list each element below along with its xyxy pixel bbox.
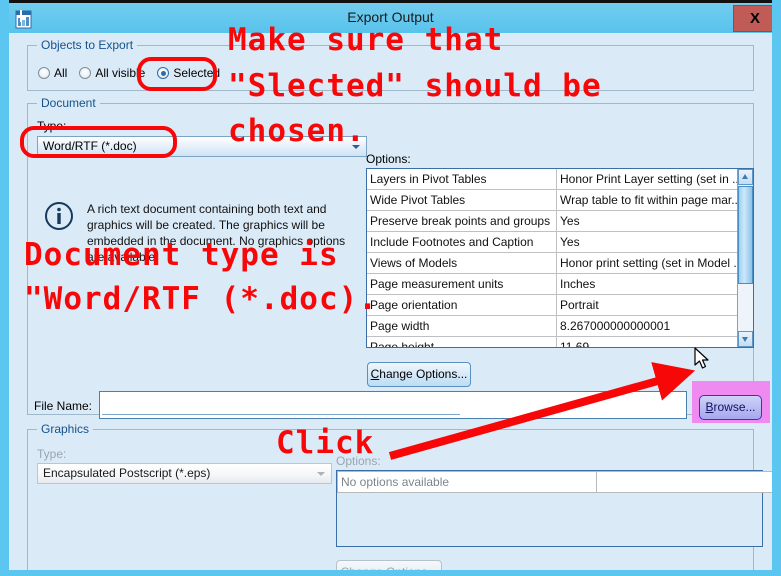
- export-output-dialog: Export Output X Objects to Export All Al…: [0, 0, 781, 576]
- window-title: Export Output: [347, 9, 434, 25]
- document-options-table: Layers in Pivot Tables Honor Print Layer …: [367, 169, 749, 347]
- radio-all-label: All: [54, 66, 68, 80]
- table-row[interactable]: Page measurement units Inches: [367, 273, 749, 295]
- graphics-type-combo: Encapsulated Postscript (*.eps): [37, 463, 332, 484]
- scrollbar-thumb[interactable]: [738, 186, 753, 284]
- graphics-options-label: Options:: [336, 454, 381, 468]
- document-type-combo[interactable]: Word/RTF (*.doc): [37, 136, 367, 157]
- dialog-body: Objects to Export All All visible Select…: [9, 33, 772, 570]
- table-row[interactable]: Page width 8.267000000000001: [367, 315, 749, 337]
- document-browse-button[interactable]: Browse...: [699, 395, 762, 420]
- document-options-label: Options:: [366, 152, 411, 166]
- graphics-options-table: No options available: [337, 471, 772, 493]
- option-value-cell: 8.267000000000001: [556, 315, 749, 337]
- option-value-cell: Inches: [556, 273, 749, 295]
- radio-selected-label: Selected: [173, 66, 221, 80]
- graphics-type-label: Type:: [37, 447, 67, 461]
- scroll-down-icon[interactable]: [738, 331, 753, 347]
- table-row[interactable]: Page orientation Portrait: [367, 294, 749, 316]
- radio-all-visible-label: All visible: [95, 66, 146, 80]
- table-row[interactable]: Wide Pivot Tables Wrap table to fit withi…: [367, 189, 749, 211]
- table-row: No options available: [337, 471, 772, 493]
- title-bar: Export Output X: [9, 0, 772, 33]
- chevron-down-icon: [349, 139, 364, 154]
- table-row[interactable]: Preserve break points and groups Yes: [367, 210, 749, 232]
- option-name-cell: Page width: [367, 315, 557, 337]
- document-type-value: Word/RTF (*.doc): [43, 139, 137, 153]
- option-value-cell: Wrap table to fit within page mar...: [556, 189, 749, 211]
- option-name-cell: Wide Pivot Tables: [367, 189, 557, 211]
- option-name-cell: Layers in Pivot Tables: [367, 169, 557, 190]
- table-row[interactable]: Views of Models Honor print setting (set …: [367, 252, 749, 274]
- option-value-cell: Honor Print Layer setting (set in ...: [556, 169, 749, 190]
- document-browse-label: rowse...: [713, 400, 756, 414]
- objects-to-export-group: Objects to Export All All visible Select…: [27, 38, 754, 91]
- info-circle-icon: [44, 201, 74, 231]
- graphics-option-name-cell: No options available: [337, 471, 597, 493]
- radio-selected[interactable]: Selected: [157, 66, 220, 80]
- option-name-cell: Page measurement units: [367, 273, 557, 295]
- option-value-cell: Portrait: [556, 294, 749, 316]
- document-change-options-label: hange Options...: [379, 367, 468, 381]
- document-group-title: Document: [37, 96, 100, 110]
- document-type-label: Type:: [37, 119, 67, 133]
- close-icon[interactable]: X: [733, 5, 772, 32]
- radio-all-indicator: [38, 67, 50, 79]
- option-name-cell: Page orientation: [367, 294, 557, 316]
- graphics-option-value-cell: [596, 471, 772, 493]
- graphics-change-options-button: Change Options...: [336, 560, 442, 576]
- graphics-type-value: Encapsulated Postscript (*.eps): [43, 466, 211, 480]
- chevron-down-icon: [314, 466, 329, 481]
- document-change-options-button[interactable]: Change Options...: [367, 362, 471, 387]
- graphics-group-title: Graphics: [37, 422, 94, 436]
- option-name-cell: Include Footnotes and Caption: [367, 231, 557, 253]
- scroll-up-icon[interactable]: [738, 169, 753, 185]
- option-name-cell: Page height: [367, 336, 557, 347]
- radio-all-visible[interactable]: All visible: [79, 66, 145, 80]
- file-name-label: File Name:: [34, 399, 93, 413]
- option-value-cell: Yes: [556, 231, 749, 253]
- graphics-options-table-container: No options available: [336, 470, 772, 547]
- document-options-table-container: Layers in Pivot Tables Honor Print Layer …: [366, 168, 754, 348]
- option-value-cell: 11.69: [556, 336, 749, 347]
- radio-all-visible-indicator: [79, 67, 92, 79]
- radio-all[interactable]: All: [38, 66, 67, 80]
- document-type-description: A rich text document containing both tex…: [87, 202, 346, 264]
- table-row[interactable]: Page height 11.69: [367, 336, 749, 347]
- table-row[interactable]: Layers in Pivot Tables Honor Print Layer …: [367, 169, 749, 190]
- option-name-cell: Views of Models: [367, 252, 557, 274]
- radio-selected-indicator: [157, 67, 170, 79]
- file-name-caret: [102, 414, 460, 415]
- table-row[interactable]: Include Footnotes and Caption Yes: [367, 231, 749, 253]
- document-options-scrollbar[interactable]: [737, 169, 753, 347]
- objects-to-export-radios: All All visible Selected: [38, 66, 232, 80]
- option-value-cell: Honor print setting (set in Model ...: [556, 252, 749, 274]
- option-name-cell: Preserve break points and groups: [367, 210, 557, 232]
- graphics-change-options-label: hange Options...: [349, 565, 438, 576]
- option-value-cell: Yes: [556, 210, 749, 232]
- objects-to-export-title: Objects to Export: [37, 38, 138, 52]
